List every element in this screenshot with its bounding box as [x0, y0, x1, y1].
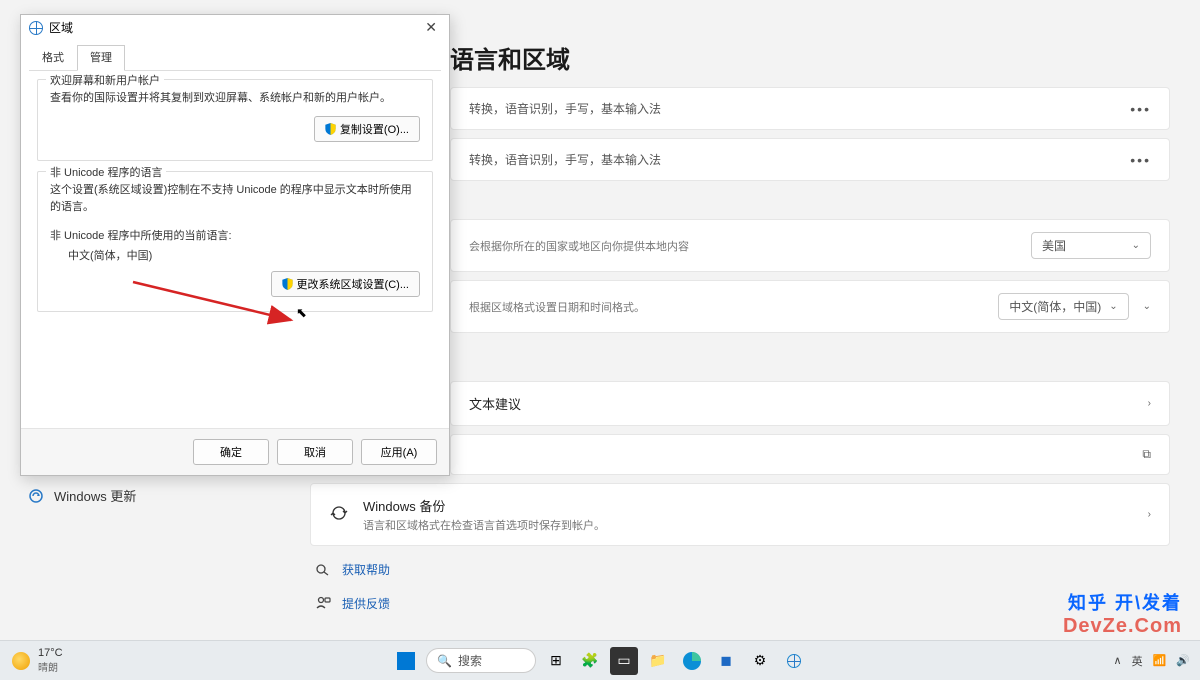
temp-value: 17°C	[38, 647, 63, 659]
region-value: 美国	[1042, 237, 1066, 254]
globe-icon	[29, 21, 43, 35]
update-icon	[28, 488, 44, 504]
apply-button[interactable]: 应用(A)	[361, 439, 437, 465]
chevron-right-icon: ›	[1148, 509, 1151, 520]
chevron-down-icon: ⌄	[1132, 240, 1140, 251]
backup-sub: 语言和区域格式在检查语言首选项时保存到帐户。	[363, 517, 605, 533]
feedback-icon	[314, 594, 332, 612]
dialog-tabs: 格式 管理	[29, 44, 441, 71]
dialog-title: 区域	[49, 19, 73, 36]
task-view-button[interactable]: ⊞	[542, 647, 570, 675]
format-dropdown[interactable]: 中文(简体，中国) ⌄	[998, 293, 1128, 320]
region-row[interactable]: 会根据你所在的国家或地区向你提供本地内容 美国 ⌄	[450, 219, 1170, 272]
current-lang-value: 中文(简体，中国)	[68, 247, 420, 263]
settings-button[interactable]: ⚙	[746, 647, 774, 675]
language-row-2[interactable]: 转换，语音识别，手写，基本输入法 •••	[450, 138, 1170, 181]
pinned-app-1[interactable]: 🧩	[576, 647, 604, 675]
network-icon[interactable]: 📶	[1153, 654, 1167, 667]
group-welcome: 欢迎屏幕和新用户帐户 查看你的国际设置并将其复制到欢迎屏幕、系统帐户和新的用户帐…	[37, 79, 433, 161]
language-row-1[interactable]: 转换，语音识别，手写，基本输入法 •••	[450, 87, 1170, 130]
change-locale-button[interactable]: 更改系统区域设置(C)...	[271, 271, 420, 297]
file-explorer-button[interactable]: 📁	[644, 647, 672, 675]
group-legend: 欢迎屏幕和新用户帐户	[46, 72, 164, 88]
search-icon: 🔍	[437, 654, 452, 668]
taskbar-search[interactable]: 🔍 搜索	[426, 648, 536, 673]
group-text: 这个设置(系统区域设置)控制在不支持 Unicode 的程序中显示文本时所使用的…	[50, 182, 420, 217]
edge-button[interactable]	[678, 647, 706, 675]
help-link[interactable]: 获取帮助	[310, 554, 1170, 584]
open-row[interactable]: ⧉	[450, 434, 1170, 475]
sun-icon	[12, 652, 30, 670]
chevron-down-icon: ⌄	[1109, 301, 1117, 312]
more-icon[interactable]: •••	[1130, 101, 1151, 117]
shield-icon	[282, 278, 293, 290]
format-row[interactable]: 根据区域格式设置日期和时间格式。 中文(简体，中国) ⌄ ⌄	[450, 280, 1170, 333]
ok-button[interactable]: 确定	[193, 439, 269, 465]
sync-icon	[329, 503, 349, 526]
page-title: 语言和区域	[450, 40, 1170, 75]
pinned-app-2[interactable]: ▭	[610, 647, 638, 675]
sidebar: Windows 更新	[20, 480, 200, 511]
copy-settings-button[interactable]: 复制设置(O)...	[314, 116, 420, 142]
group-non-unicode: 非 Unicode 程序的语言 这个设置(系统区域设置)控制在不支持 Unico…	[37, 171, 433, 312]
format-desc: 根据区域格式设置日期和时间格式。	[469, 299, 645, 315]
app-button[interactable]	[780, 647, 808, 675]
current-lang-label: 非 Unicode 程序中所使用的当前语言:	[50, 227, 420, 243]
weather-desc: 晴朗	[38, 659, 63, 674]
suggestion-row[interactable]: 文本建议 ›	[450, 381, 1170, 426]
format-value: 中文(简体，中国)	[1009, 298, 1101, 315]
group-text: 查看你的国际设置并将其复制到欢迎屏幕、系统帐户和新的用户帐户。	[50, 90, 420, 108]
tray-up-icon[interactable]: ∧	[1114, 654, 1122, 667]
region-desc: 会根据你所在的国家或地区向你提供本地内容	[469, 238, 689, 254]
chevron-right-icon: ›	[1148, 398, 1151, 409]
backup-title: Windows 备份	[363, 496, 605, 515]
taskbar: 17°C 晴朗 🔍 搜索 ⊞ 🧩 ▭ 📁 ◼ ⚙ ∧ 英 📶 🔊	[0, 640, 1200, 680]
taskbar-weather[interactable]: 17°C 晴朗	[0, 647, 63, 674]
region-dropdown[interactable]: 美国 ⌄	[1031, 232, 1151, 259]
dialog-close-button[interactable]: ✕	[421, 19, 441, 36]
store-button[interactable]: ◼	[712, 647, 740, 675]
feedback-link[interactable]: 提供反馈	[310, 588, 1170, 618]
volume-icon[interactable]: 🔊	[1176, 654, 1190, 667]
lang-sub: 转换，语音识别，手写，基本输入法	[469, 151, 661, 168]
backup-row[interactable]: Windows 备份 语言和区域格式在检查语言首选项时保存到帐户。 ›	[310, 483, 1170, 546]
group-legend: 非 Unicode 程序的语言	[46, 164, 166, 180]
ime-indicator[interactable]: 英	[1132, 653, 1143, 669]
expand-icon[interactable]: ⌄	[1143, 301, 1151, 312]
open-icon: ⧉	[1142, 447, 1151, 462]
more-icon[interactable]: •••	[1130, 152, 1151, 168]
cancel-button[interactable]: 取消	[277, 439, 353, 465]
region-dialog: 区域 ✕ 格式 管理 欢迎屏幕和新用户帐户 查看你的国际设置并将其复制到欢迎屏幕…	[20, 14, 450, 476]
tab-format[interactable]: 格式	[29, 45, 77, 71]
help-icon	[314, 560, 332, 578]
start-button[interactable]	[392, 647, 420, 675]
sidebar-item-label: Windows 更新	[54, 486, 136, 505]
lang-sub: 转换，语音识别，手写，基本输入法	[469, 100, 661, 117]
sidebar-item-windows-update[interactable]: Windows 更新	[20, 480, 200, 511]
suggestion-label: 文本建议	[469, 394, 521, 413]
tab-admin[interactable]: 管理	[77, 45, 125, 71]
shield-icon	[325, 123, 336, 135]
